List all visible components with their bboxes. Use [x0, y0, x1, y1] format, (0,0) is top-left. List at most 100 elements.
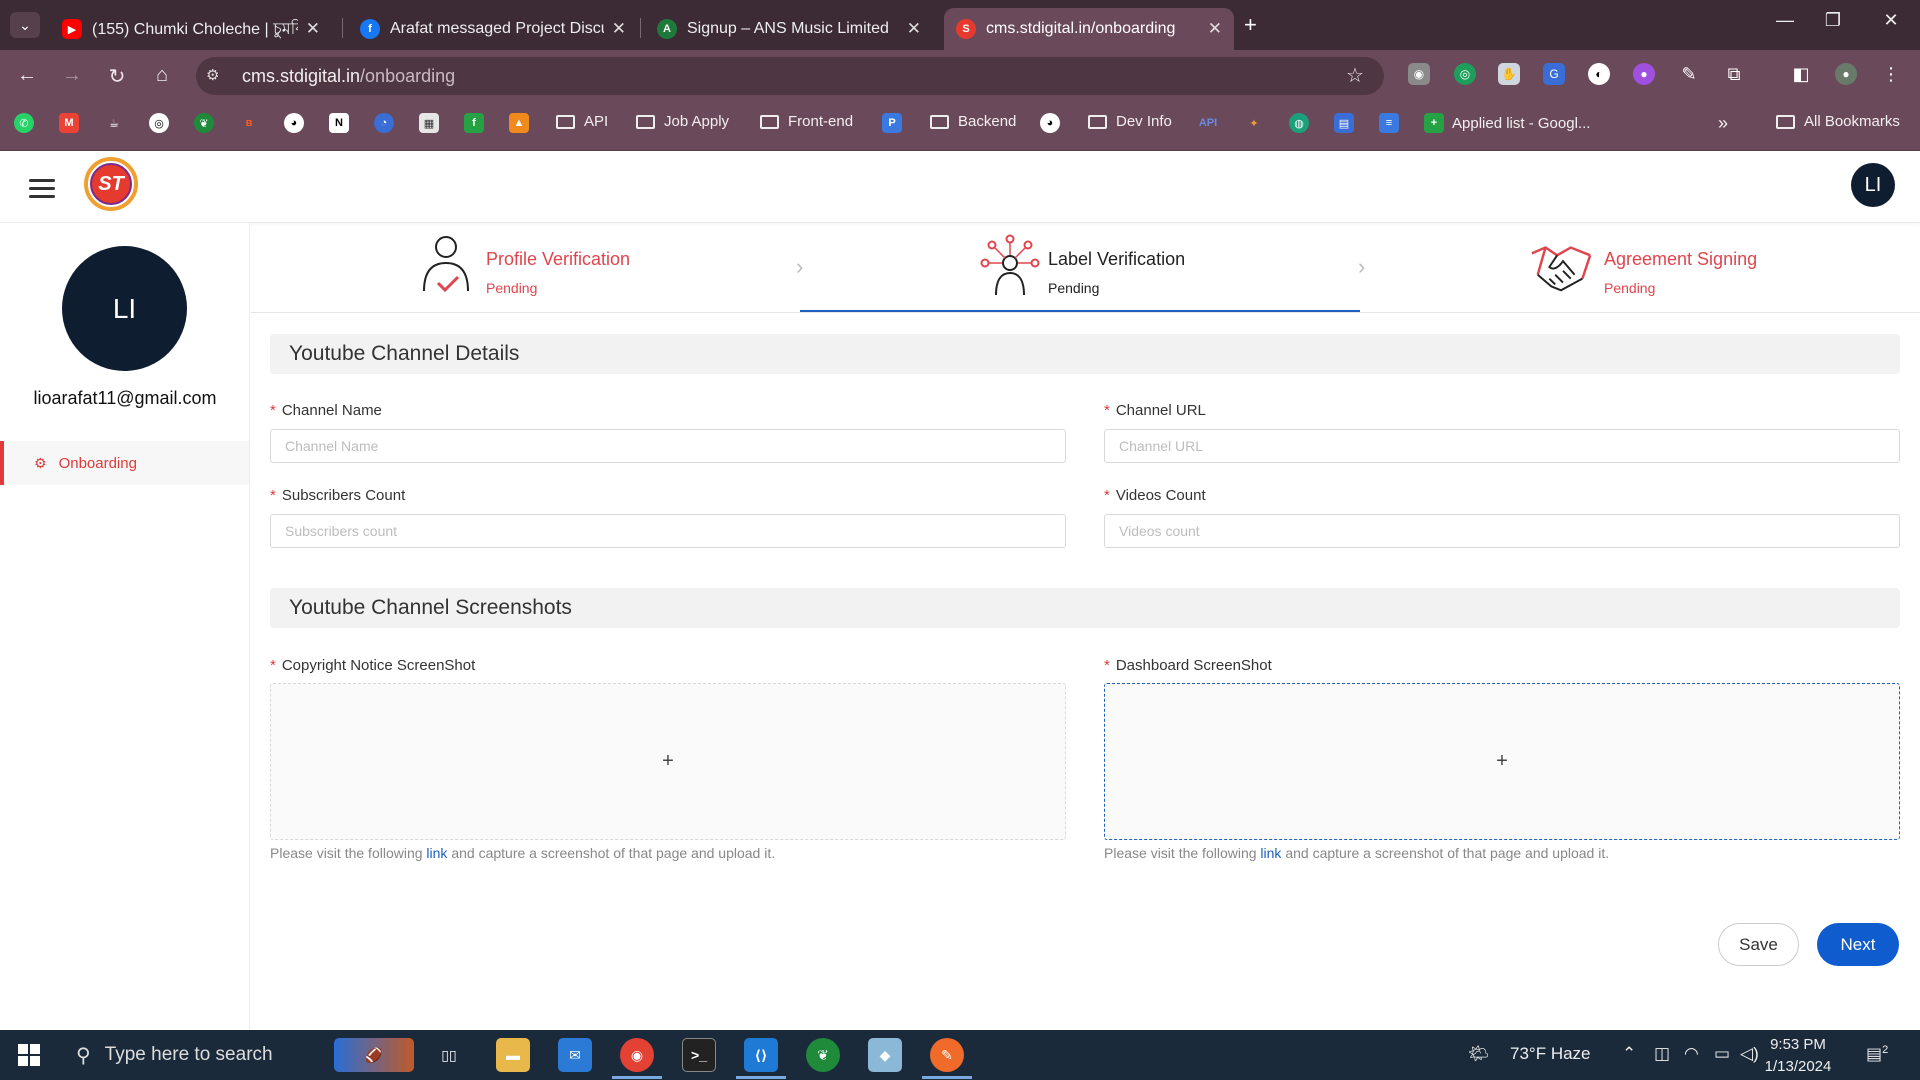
chevron-up-icon[interactable]: ⌃: [1622, 1044, 1636, 1064]
bookmark-icon[interactable]: P: [882, 113, 902, 133]
camera-extension-icon[interactable]: ◉: [1408, 63, 1430, 85]
videos-count-input[interactable]: [1104, 514, 1900, 548]
minimize-icon[interactable]: —: [1760, 10, 1810, 31]
extension-icon[interactable]: ◐: [1588, 63, 1610, 85]
battery-icon[interactable]: ▭: [1714, 1044, 1730, 1064]
eyedropper-icon[interactable]: ✎: [1678, 63, 1700, 85]
meet-icon[interactable]: ◫: [1654, 1044, 1670, 1064]
dashboard-screenshot-upload[interactable]: +: [1104, 683, 1900, 840]
file-explorer-icon[interactable]: ▬: [496, 1038, 530, 1072]
taskbar-clock[interactable]: 9:53 PM 1/13/2024: [1758, 1034, 1838, 1078]
news-widget-icon[interactable]: 🏈: [334, 1038, 414, 1072]
whatsapp-icon[interactable]: ✆: [14, 113, 34, 133]
menu-kebab-icon[interactable]: ⋮: [1880, 63, 1902, 85]
side-panel-icon[interactable]: ◧: [1790, 63, 1812, 85]
puzzle-icon[interactable]: ⧉: [1723, 63, 1745, 85]
github-icon[interactable]: ◕: [284, 113, 304, 133]
window-close-icon[interactable]: ✕: [1866, 10, 1916, 31]
profile-avatar[interactable]: ●: [1835, 63, 1857, 85]
coffee-icon[interactable]: ☕: [104, 113, 124, 133]
weather-icon[interactable]: 🌤: [1468, 1044, 1490, 1064]
docs-icon[interactable]: ≡: [1379, 113, 1399, 133]
mongodb-compass-icon[interactable]: ❦: [806, 1038, 840, 1072]
bookmark-icon[interactable]: ▤: [1334, 113, 1354, 133]
dashboard-link[interactable]: link: [1260, 845, 1281, 861]
copyright-link[interactable]: link: [426, 845, 447, 861]
mongodb-icon[interactable]: ❦: [194, 113, 214, 133]
user-email: lioarafat11@gmail.com: [33, 388, 217, 408]
close-icon[interactable]: ✕: [306, 19, 320, 39]
sidebar-item-onboarding[interactable]: ⚙ Onboarding: [0, 441, 249, 485]
close-icon[interactable]: ✕: [1208, 19, 1222, 39]
subscribers-count-input[interactable]: [270, 514, 1066, 548]
chevron-right-icon: ›: [796, 254, 804, 279]
bookmark-icon[interactable]: ▦: [419, 113, 439, 133]
all-bookmarks[interactable]: All Bookmarks: [1776, 113, 1900, 130]
address-bar[interactable]: cms.stdigital.in/onboarding: [196, 57, 1384, 95]
person-check-icon: [423, 236, 469, 293]
translate-extension-icon[interactable]: G: [1543, 63, 1565, 85]
bookmark-folder-job-apply[interactable]: Job Apply: [636, 113, 729, 130]
windows-start-icon[interactable]: [18, 1044, 40, 1066]
save-button[interactable]: Save: [1718, 923, 1799, 966]
close-icon[interactable]: ✕: [612, 19, 626, 39]
tab-stdigital[interactable]: S cms.stdigital.in/onboarding ✕: [944, 8, 1234, 50]
bookmark-star-icon[interactable]: ☆: [1346, 63, 1364, 88]
step-label-verification[interactable]: Label Verification Pending: [980, 233, 1185, 299]
bookmark-folder-dev-info[interactable]: Dev Info: [1088, 113, 1172, 130]
back-icon[interactable]: ←: [12, 64, 42, 87]
channel-url-input[interactable]: [1104, 429, 1900, 463]
notion-icon[interactable]: N: [329, 113, 349, 133]
wifi-icon[interactable]: ◠: [1684, 1044, 1699, 1064]
more-bookmarks-icon[interactable]: »: [1718, 113, 1728, 134]
tab-ans-music[interactable]: A Signup – ANS Music Limited ✕: [645, 8, 933, 50]
bookmark-applied-list[interactable]: + Applied list - Googl...: [1424, 113, 1590, 133]
reload-icon[interactable]: ↻: [102, 64, 132, 89]
forward-icon[interactable]: →: [57, 64, 87, 87]
github-icon[interactable]: ◕: [1040, 113, 1060, 133]
restore-icon[interactable]: ❐: [1808, 10, 1858, 31]
bookmark-icon[interactable]: ▲: [509, 113, 529, 133]
weather-text[interactable]: 73°F Haze: [1510, 1044, 1591, 1064]
bookmark-icon[interactable]: ʙ: [239, 113, 259, 133]
app-icon[interactable]: ◆: [868, 1038, 902, 1072]
step-agreement-signing[interactable]: Agreement Signing Pending: [1528, 233, 1757, 299]
terminal-icon[interactable]: >_: [682, 1038, 716, 1072]
home-icon[interactable]: ⌂: [147, 64, 177, 87]
hamburger-menu-icon[interactable]: [29, 174, 55, 203]
taskbar-search[interactable]: ⚲ Type here to search: [66, 1030, 326, 1080]
bookmark-icon[interactable]: ◔: [374, 113, 394, 133]
tab-facebook[interactable]: f Arafat messaged Project Discus ✕: [348, 8, 638, 50]
step-profile-verification[interactable]: Profile Verification Pending: [418, 233, 630, 299]
chrome-icon[interactable]: ◉: [620, 1038, 654, 1072]
extension-icon[interactable]: ◎: [1454, 63, 1476, 85]
mail-icon[interactable]: ✉: [558, 1038, 592, 1072]
tab-search-button[interactable]: ⌄: [10, 12, 40, 38]
new-tab-icon[interactable]: +: [1244, 12, 1257, 38]
bookmark-icon[interactable]: f: [464, 113, 484, 133]
extension-icon[interactable]: ●: [1633, 63, 1655, 85]
tab-youtube[interactable]: ▶ (155) Chumki Choleche | চুমকি ✕: [50, 8, 332, 50]
vscode-icon[interactable]: ⟨⟩: [744, 1038, 778, 1072]
copyright-screenshot-upload[interactable]: +: [270, 683, 1066, 840]
bookmark-icon[interactable]: ◍: [1289, 113, 1309, 133]
bookmark-icon[interactable]: ◎: [149, 113, 169, 133]
task-view-icon[interactable]: ▯▯: [432, 1038, 466, 1072]
close-icon[interactable]: ✕: [907, 19, 921, 39]
notification-icon[interactable]: ▤2: [1866, 1044, 1888, 1065]
api-icon[interactable]: API: [1198, 113, 1218, 133]
channel-name-input[interactable]: [270, 429, 1066, 463]
bookmark-folder-api[interactable]: API: [556, 113, 608, 130]
volume-icon[interactable]: ◁): [1740, 1044, 1759, 1064]
st-logo[interactable]: ST: [84, 157, 138, 211]
site-info-icon[interactable]: ⚙: [206, 66, 219, 84]
user-avatar[interactable]: LI: [1851, 163, 1895, 207]
next-button[interactable]: Next: [1817, 923, 1899, 966]
st-icon: S: [956, 19, 976, 39]
bookmark-icon[interactable]: ✦: [1244, 113, 1264, 133]
extension-icon[interactable]: ✋: [1498, 63, 1520, 85]
gmail-icon[interactable]: M: [59, 113, 79, 133]
postman-icon[interactable]: ✎: [930, 1038, 964, 1072]
bookmark-folder-backend[interactable]: Backend: [930, 113, 1016, 130]
bookmark-folder-front-end[interactable]: Front-end: [760, 113, 853, 130]
